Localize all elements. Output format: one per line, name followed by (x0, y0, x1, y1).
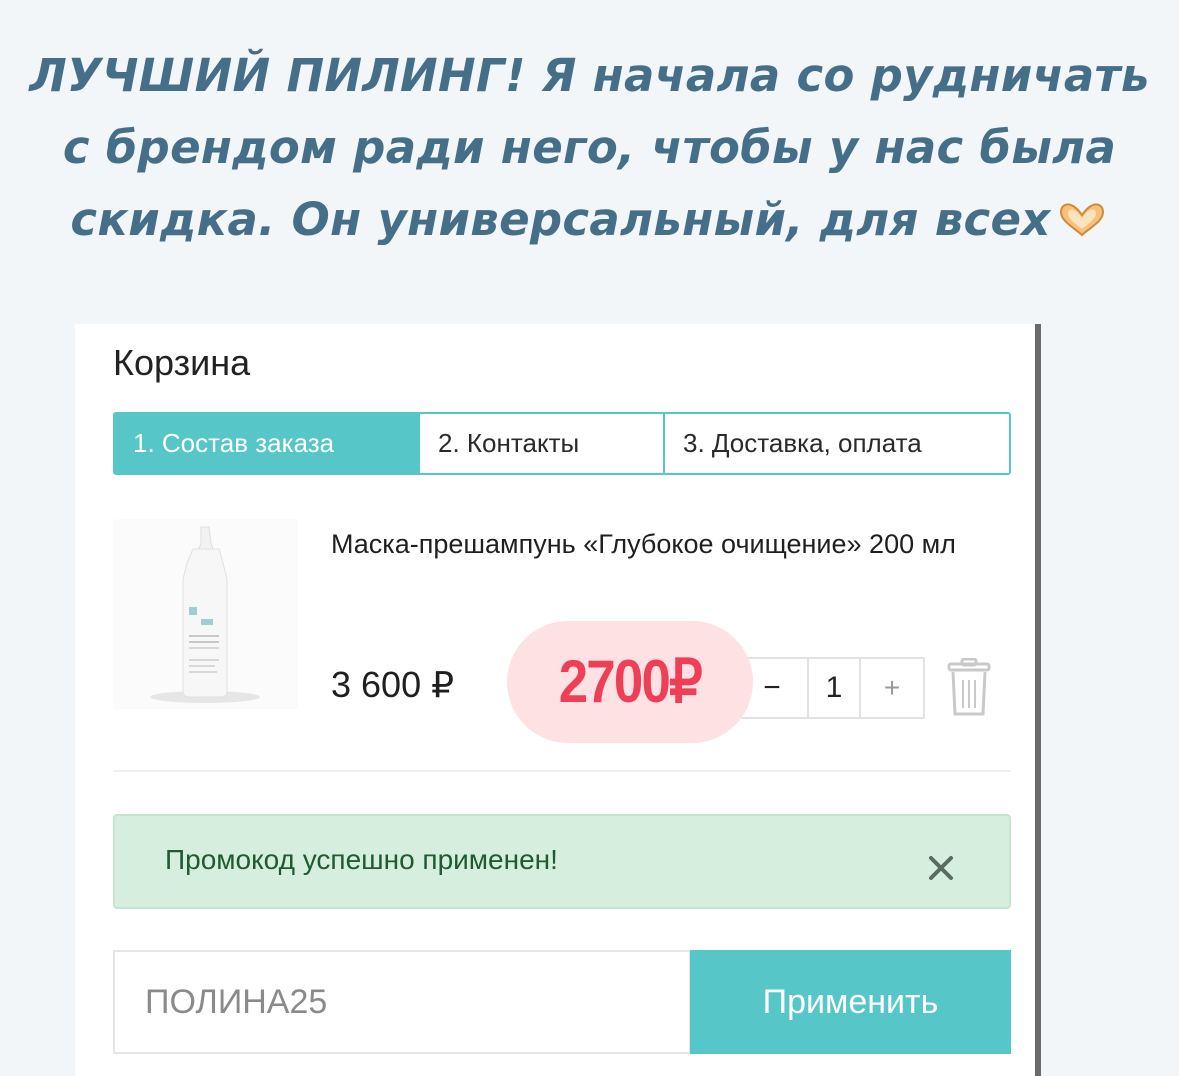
heart-hands-icon (1059, 203, 1104, 237)
caption-line-3-text: скидка. Он универсальный, для всех (70, 193, 1051, 246)
caption-line-3: скидка. Он универсальный, для всех (0, 184, 1179, 256)
trash-icon[interactable] (945, 658, 993, 718)
step-order-contents[interactable]: 1. Состав заказа (115, 414, 420, 473)
row-divider (113, 770, 1011, 772)
cart-title: Корзина (113, 342, 251, 383)
product-name[interactable]: Маска-прешампунь «Глубокое очищение» 200… (331, 524, 1011, 564)
promo-code-input[interactable]: ПОЛИНА25 (113, 950, 691, 1054)
step-contacts[interactable]: 2. Контакты (420, 414, 665, 473)
checkout-steps: 1. Состав заказа 2. Контакты 3. Доставка… (113, 412, 1011, 475)
product-price: 3 600 ₽ (331, 664, 454, 705)
cart-panel: Корзина 1. Состав заказа 2. Контакты 3. … (75, 324, 1036, 1076)
product-image[interactable] (113, 519, 298, 709)
close-icon[interactable] (927, 854, 955, 882)
caption-line-2: с брендом ради него, чтобы у нас была (62, 121, 1117, 174)
step-delivery-payment[interactable]: 3. Доставка, оплата (665, 414, 1009, 473)
quantity-value[interactable]: 1 (809, 659, 861, 717)
alert-message: Промокод успешно применен! (165, 844, 558, 875)
discount-price-bubble: 2700₽ (507, 621, 753, 743)
promo-success-alert: Промокод успешно применен! (113, 814, 1011, 909)
apply-promo-button[interactable]: Применить (690, 950, 1011, 1054)
discount-price: 2700₽ (558, 648, 703, 715)
scrollbar[interactable] (1035, 324, 1041, 1076)
quantity-stepper: − 1 + (735, 657, 925, 719)
caption-line-1: ЛУЧШИЙ ПИЛИНГ! Я начала со рудничать (29, 49, 1150, 102)
caption: ЛУЧШИЙ ПИЛИНГ! Я начала со рудничать с б… (0, 40, 1179, 270)
quantity-plus-button[interactable]: + (861, 659, 923, 717)
